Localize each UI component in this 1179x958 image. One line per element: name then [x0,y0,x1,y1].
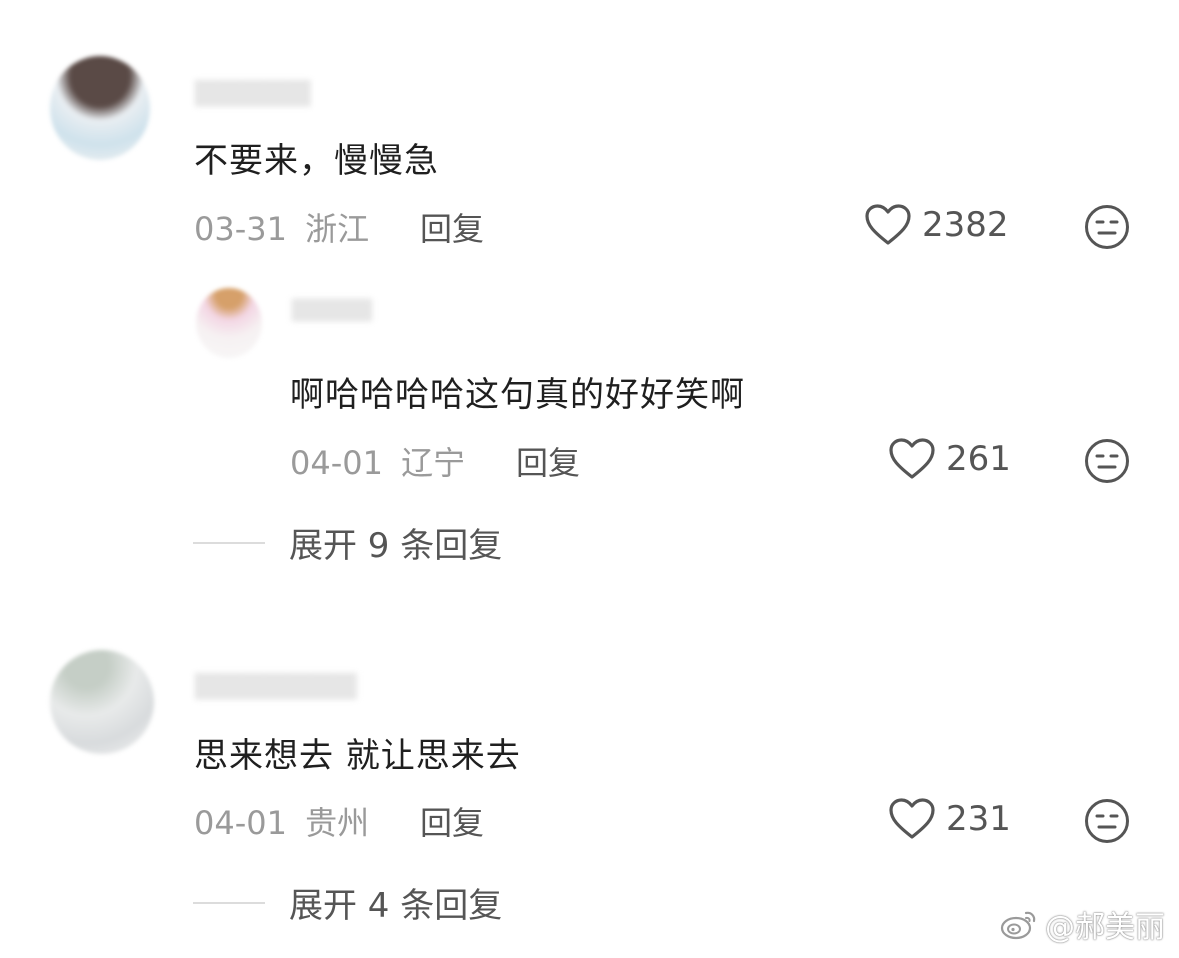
like-button[interactable]: 2382 [864,203,1009,247]
heart-icon [889,798,935,839]
comment-meta: 04-01 贵州 [194,798,369,844]
expand-replies-button[interactable]: 展开 9 条回复 [193,518,502,567]
like-count: 231 [946,799,1011,839]
reply-avatar[interactable] [196,288,262,358]
reply-username-blurred[interactable]: ▆▆▆▆ [292,292,462,328]
avatar[interactable] [50,650,154,754]
meh-face-icon[interactable] [1084,438,1130,484]
reply-date: 04-01 [290,444,383,482]
avatar[interactable] [50,56,150,160]
like-count: 2382 [922,205,1009,245]
weibo-icon [1000,911,1036,940]
comment-date: 04-01 [194,804,287,842]
username-blurred[interactable]: ▆▆▆▆▆▆▆ [195,665,485,701]
comment-text: 思来想去 就让思来去 [194,736,521,776]
reply-like-count: 261 [946,439,1011,479]
comment-meta: 03-31 浙江 [194,204,369,250]
meh-face-icon[interactable] [1084,204,1130,250]
reply-reply-button[interactable]: 回复 [516,438,580,484]
meh-face-icon[interactable] [1084,798,1130,844]
reply-like-button[interactable]: 261 [888,437,1011,481]
divider [193,901,265,904]
reply-button[interactable]: 回复 [420,204,484,250]
divider [193,541,265,544]
reply-location: 辽宁 [401,444,466,482]
heart-icon [889,438,935,479]
expand-replies-label: 展开 9 条回复 [289,526,503,566]
comment-location: 贵州 [305,804,370,842]
username-blurred[interactable]: ▆▆▆▆▆ [195,72,405,108]
watermark: @郝美丽 [999,902,1165,946]
expand-replies-label: 展开 4 条回复 [289,886,503,926]
comment-date: 03-31 [194,210,287,248]
reply-text: 啊哈哈哈哈这句真的好好笑啊 [290,375,745,415]
like-button[interactable]: 231 [888,797,1011,841]
expand-replies-button[interactable]: 展开 4 条回复 [193,878,502,927]
heart-icon [865,204,911,245]
comment-location: 浙江 [305,210,370,248]
reply-button[interactable]: 回复 [420,798,484,844]
reply-meta: 04-01 辽宁 [290,438,465,484]
watermark-text: @郝美丽 [1045,910,1165,945]
comment-text: 不要来，慢慢急 [194,141,439,181]
